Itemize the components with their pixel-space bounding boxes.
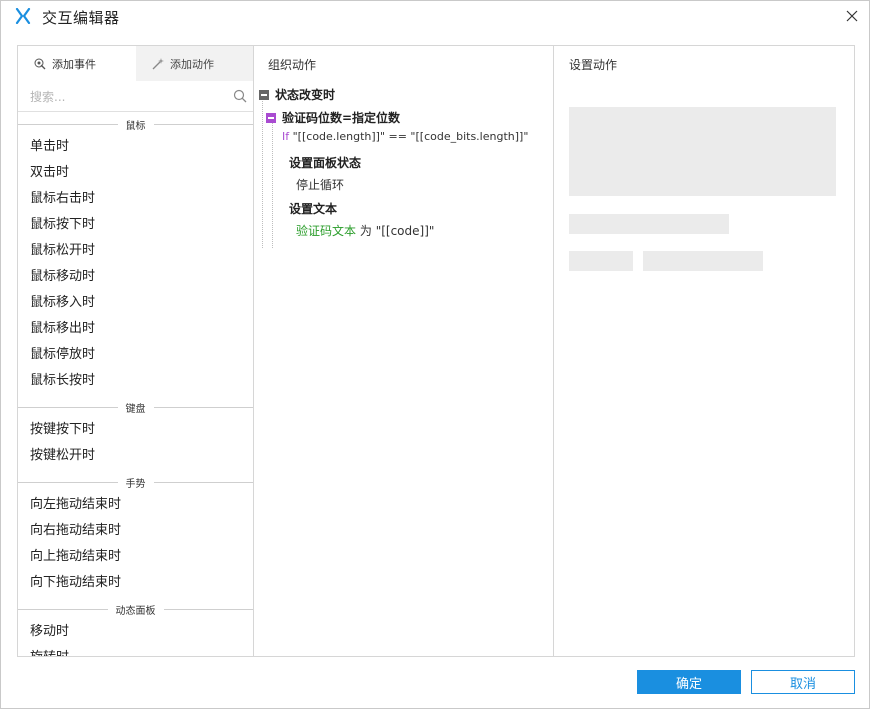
search-input[interactable] (28, 86, 222, 108)
collapse-icon[interactable] (259, 90, 269, 100)
action-detail[interactable]: 停止循环 (296, 176, 344, 193)
event-panel: 添加事件 添加动作 搜索... 鼠标 单击时 双击时 鼠标右击时 鼠标按下时 鼠… (18, 46, 254, 656)
section-header-gesture: 手势 (18, 472, 253, 492)
placeholder-block (569, 107, 836, 196)
tree-guide-line (262, 96, 263, 248)
event-swipe-left[interactable]: 向左拖动结束时 (18, 492, 253, 518)
tree-event-row[interactable]: 状态改变时 (259, 86, 335, 103)
event-right-click[interactable]: 鼠标右击时 (18, 186, 253, 212)
action-value: "[[code]]" (375, 224, 435, 238)
search-icon[interactable] (233, 89, 247, 107)
event-action-tabs: 添加事件 添加动作 (18, 46, 253, 81)
event-key-up[interactable]: 按键松开时 (18, 443, 253, 469)
case-name: 验证码位数=指定位数 (282, 111, 401, 125)
action-set-panel-state[interactable]: 设置面板状态 (289, 154, 361, 171)
tab-add-event[interactable]: 添加事件 (18, 46, 136, 81)
placeholder-line (569, 251, 633, 271)
action-detail[interactable]: 验证码文本 为 "[[code]]" (296, 222, 434, 239)
tab-add-event-label: 添加事件 (52, 57, 96, 71)
event-key-down[interactable]: 按键按下时 (18, 417, 253, 443)
condition-expression: "[[code.length]]" == "[[code_bits.length… (292, 130, 529, 143)
placeholder-line (569, 214, 729, 234)
collapse-icon[interactable] (266, 113, 276, 123)
event-on-rotate[interactable]: 旋转时 (18, 645, 253, 656)
event-search (18, 81, 253, 112)
configure-action-title: 设置动作 (569, 58, 618, 72)
section-header-keyboard: 键盘 (18, 397, 253, 417)
event-mouse-down[interactable]: 鼠标按下时 (18, 212, 253, 238)
tab-add-action-label: 添加动作 (170, 57, 214, 71)
event-long-press[interactable]: 鼠标长按时 (18, 368, 253, 394)
event-swipe-down[interactable]: 向下拖动结束时 (18, 570, 253, 596)
event-mouse-move[interactable]: 鼠标移动时 (18, 264, 253, 290)
cancel-button[interactable]: 取消 (751, 670, 855, 694)
tab-add-action[interactable]: 添加动作 (136, 46, 253, 81)
organize-actions-panel: 组织动作 状态改变时 验证码位数=指定位数 If "[[code.length]… (254, 46, 554, 656)
add-action-icon (152, 57, 164, 69)
event-list: 鼠标 单击时 双击时 鼠标右击时 鼠标按下时 鼠标松开时 鼠标移动时 鼠标移入时… (18, 114, 253, 656)
action-set-text[interactable]: 设置文本 (289, 200, 337, 217)
tree-case-row[interactable]: 验证码位数=指定位数 (266, 109, 400, 126)
condition-keyword: If (282, 130, 290, 143)
interaction-editor-window: 交互编辑器 添加事件 添加动作 搜索... 鼠标 单击时 双击时 鼠标右击时 鼠… (0, 0, 870, 709)
event-on-move[interactable]: 移动时 (18, 619, 253, 645)
title-bar[interactable]: 交互编辑器 (1, 1, 869, 32)
event-click[interactable]: 单击时 (18, 134, 253, 160)
event-double-click[interactable]: 双击时 (18, 160, 253, 186)
ok-button[interactable]: 确定 (637, 670, 741, 694)
event-mouse-up[interactable]: 鼠标松开时 (18, 238, 253, 264)
section-header-dynamic-panel: 动态面板 (18, 599, 253, 619)
action-connector: 为 (359, 224, 372, 238)
event-mouse-leave[interactable]: 鼠标移出时 (18, 316, 253, 342)
window-title: 交互编辑器 (42, 9, 120, 27)
configure-action-panel: 设置动作 (554, 46, 854, 656)
add-event-icon (34, 58, 46, 69)
placeholder-line (643, 251, 763, 271)
tree-guide-line (272, 118, 273, 248)
action-target: 验证码文本 (296, 224, 357, 238)
editor-body: 添加事件 添加动作 搜索... 鼠标 单击时 双击时 鼠标右击时 鼠标按下时 鼠… (17, 45, 855, 657)
event-mouse-hover[interactable]: 鼠标停放时 (18, 342, 253, 368)
event-name: 状态改变时 (275, 88, 336, 102)
axure-x-logo (15, 7, 31, 25)
close-icon[interactable] (841, 5, 863, 27)
event-swipe-up[interactable]: 向上拖动结束时 (18, 544, 253, 570)
event-mouse-enter[interactable]: 鼠标移入时 (18, 290, 253, 316)
organize-actions-title: 组织动作 (268, 58, 317, 72)
section-header-mouse: 鼠标 (18, 114, 253, 134)
case-condition: If "[[code.length]]" == "[[code_bits.len… (282, 130, 528, 143)
event-swipe-right[interactable]: 向右拖动结束时 (18, 518, 253, 544)
